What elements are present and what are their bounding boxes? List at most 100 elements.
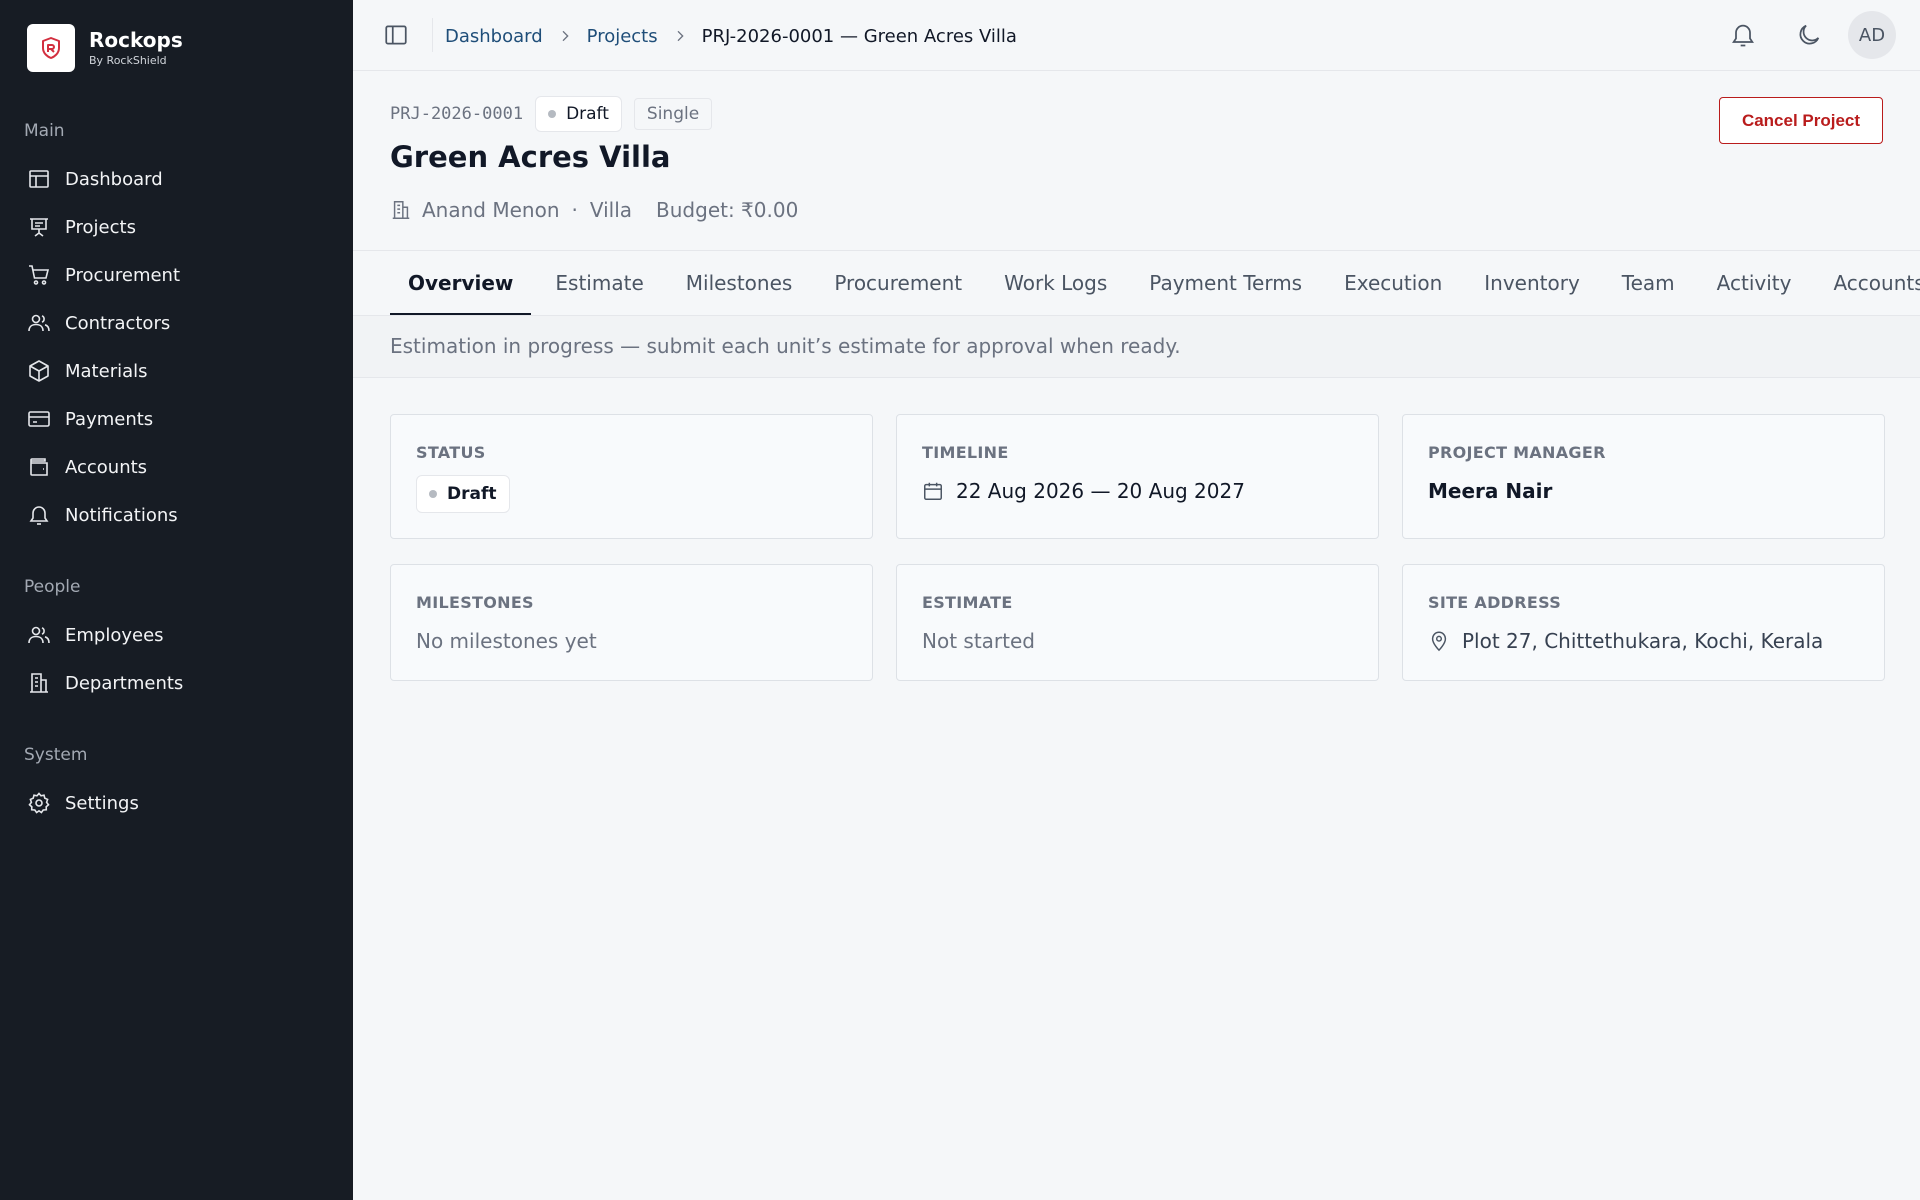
card-label: TIMELINE: [922, 443, 1009, 462]
timeline-card: TIMELINE 22 Aug 2026 — 20 Aug 2027: [896, 414, 1379, 539]
breadcrumb-projects[interactable]: Projects: [587, 26, 658, 47]
project-manager-card: PROJECT MANAGER Meera Nair: [1402, 414, 1885, 539]
sidebar-item-label: Procurement: [65, 264, 181, 286]
estimate-value: Not started: [922, 629, 1035, 653]
card-label: SITE ADDRESS: [1428, 593, 1562, 612]
cart-icon: [29, 265, 50, 285]
breadcrumb-current: PRJ-2026-0001 — Green Acres Villa: [701, 25, 1017, 47]
page-title: Green Acres Villa: [390, 140, 671, 174]
sidebar-item-employees[interactable]: Employees: [0, 611, 353, 659]
status-badge-label: Draft: [566, 104, 609, 124]
type-badge: Single: [633, 98, 713, 130]
sidebar-toggle-icon[interactable]: [383, 22, 409, 48]
sidebar: Rockops By RockShield Main Dashboard Pro…: [0, 0, 353, 1200]
sidebar-item-dashboard[interactable]: Dashboard: [0, 155, 353, 203]
projects-icon: [30, 218, 48, 237]
sidebar-item-label: Contractors: [65, 312, 171, 334]
bell-icon: [29, 506, 49, 525]
map-pin-icon: [1431, 631, 1447, 652]
tab-bar: Overview Estimate Milestones Procurement…: [353, 250, 1920, 316]
timeline-text: 22 Aug 2026 — 20 Aug 2027: [956, 479, 1245, 503]
brand-logo-icon: [27, 24, 75, 72]
divider: [432, 18, 433, 52]
sidebar-item-label: Payments: [65, 408, 154, 430]
card-label: ESTIMATE: [922, 593, 1013, 612]
tab-procurement[interactable]: Procurement: [816, 251, 980, 315]
breadcrumb: Dashboard Projects PRJ-2026-0001 — Green…: [445, 22, 1017, 50]
nav-section-people: People Employees Departments: [0, 572, 353, 707]
sidebar-item-payments[interactable]: Payments: [0, 395, 353, 443]
users-icon: [28, 626, 50, 644]
site-address-card: SITE ADDRESS Plot 27, Chittethukara, Koc…: [1402, 564, 1885, 681]
tab-milestones[interactable]: Milestones: [668, 251, 811, 315]
nav-heading-system: System: [24, 745, 88, 765]
box-icon: [29, 360, 49, 382]
sidebar-item-departments[interactable]: Departments: [0, 659, 353, 707]
tab-payment-terms[interactable]: Payment Terms: [1131, 251, 1320, 315]
brand[interactable]: Rockops By RockShield: [27, 24, 183, 72]
users-icon: [28, 314, 50, 332]
project-category: Villa: [589, 198, 633, 222]
sidebar-item-materials[interactable]: Materials: [0, 347, 353, 395]
sidebar-item-label: Departments: [65, 672, 184, 694]
tab-overview[interactable]: Overview: [390, 251, 532, 315]
tab-inventory[interactable]: Inventory: [1466, 251, 1598, 315]
sidebar-item-procurement[interactable]: Procurement: [0, 251, 353, 299]
brand-name: Rockops: [89, 28, 183, 52]
project-header: PRJ-2026-0001 Draft Single: [390, 96, 713, 132]
tab-execution[interactable]: Execution: [1326, 251, 1460, 315]
cancel-project-button[interactable]: Cancel Project: [1719, 97, 1883, 144]
project-manager-name: Meera Nair: [1428, 479, 1553, 503]
sidebar-item-notifications[interactable]: Notifications: [0, 491, 353, 539]
sidebar-item-label: Employees: [65, 624, 164, 646]
sidebar-item-label: Settings: [65, 792, 139, 814]
top-bar: Dashboard Projects PRJ-2026-0001 — Green…: [353, 0, 1920, 71]
card-label: STATUS: [416, 443, 486, 462]
breadcrumb-dashboard[interactable]: Dashboard: [445, 26, 543, 47]
wallet-icon: [30, 458, 48, 476]
timeline-value: 22 Aug 2026 — 20 Aug 2027: [922, 479, 1245, 503]
dashboard-icon: [29, 170, 49, 188]
info-message: Estimation in progress — submit each uni…: [390, 334, 1181, 358]
milestones-value: No milestones yet: [416, 629, 597, 653]
bell-icon[interactable]: [1729, 21, 1757, 49]
gear-icon: [28, 792, 50, 814]
project-meta: Anand Menon · Villa Budget: ₹0.00: [390, 198, 798, 222]
sidebar-item-projects[interactable]: Projects: [0, 203, 353, 251]
card-label: MILESTONES: [416, 593, 534, 612]
info-banner: Estimation in progress — submit each uni…: [353, 316, 1920, 378]
status-badge-label: Draft: [447, 484, 497, 504]
status-dot: [548, 110, 557, 118]
tab-team[interactable]: Team: [1604, 251, 1693, 315]
sidebar-item-label: Notifications: [65, 504, 178, 526]
nav-section-main: Main Dashboard Projects Procurement Cont…: [0, 116, 353, 539]
brand-subtitle: By RockShield: [89, 54, 167, 67]
project-code: PRJ-2026-0001: [390, 104, 524, 124]
moon-icon[interactable]: [1795, 21, 1823, 49]
card-label: PROJECT MANAGER: [1428, 443, 1606, 462]
site-address-value: Plot 27, Chittethukara, Kochi, Kerala: [1428, 629, 1823, 653]
building-icon: [30, 673, 48, 693]
avatar[interactable]: AD: [1848, 11, 1896, 59]
sidebar-item-settings[interactable]: Settings: [0, 779, 353, 827]
tab-estimate[interactable]: Estimate: [537, 251, 661, 315]
status-badge: Draft: [535, 96, 622, 132]
chevron-right-icon: [677, 30, 684, 42]
separator-dot: ·: [571, 198, 578, 222]
project-budget: Budget: ₹0.00: [656, 198, 799, 222]
tab-list: Overview Estimate Milestones Procurement…: [390, 251, 1920, 315]
building-icon: [392, 201, 410, 219]
project-client: Anand Menon: [422, 198, 560, 222]
site-address-text: Plot 27, Chittethukara, Kochi, Kerala: [1462, 629, 1824, 653]
tab-accounts[interactable]: Accounts: [1815, 251, 1920, 315]
tab-activity[interactable]: Activity: [1699, 251, 1810, 315]
sidebar-item-label: Dashboard: [65, 168, 163, 190]
status-dot: [429, 490, 437, 498]
status-badge: Draft: [416, 475, 510, 513]
nav-section-system: System Settings: [0, 740, 353, 827]
sidebar-item-accounts[interactable]: Accounts: [0, 443, 353, 491]
sidebar-item-contractors[interactable]: Contractors: [0, 299, 353, 347]
credit-card-icon: [28, 411, 50, 427]
tab-work-logs[interactable]: Work Logs: [986, 251, 1125, 315]
sidebar-item-label: Materials: [65, 360, 148, 382]
